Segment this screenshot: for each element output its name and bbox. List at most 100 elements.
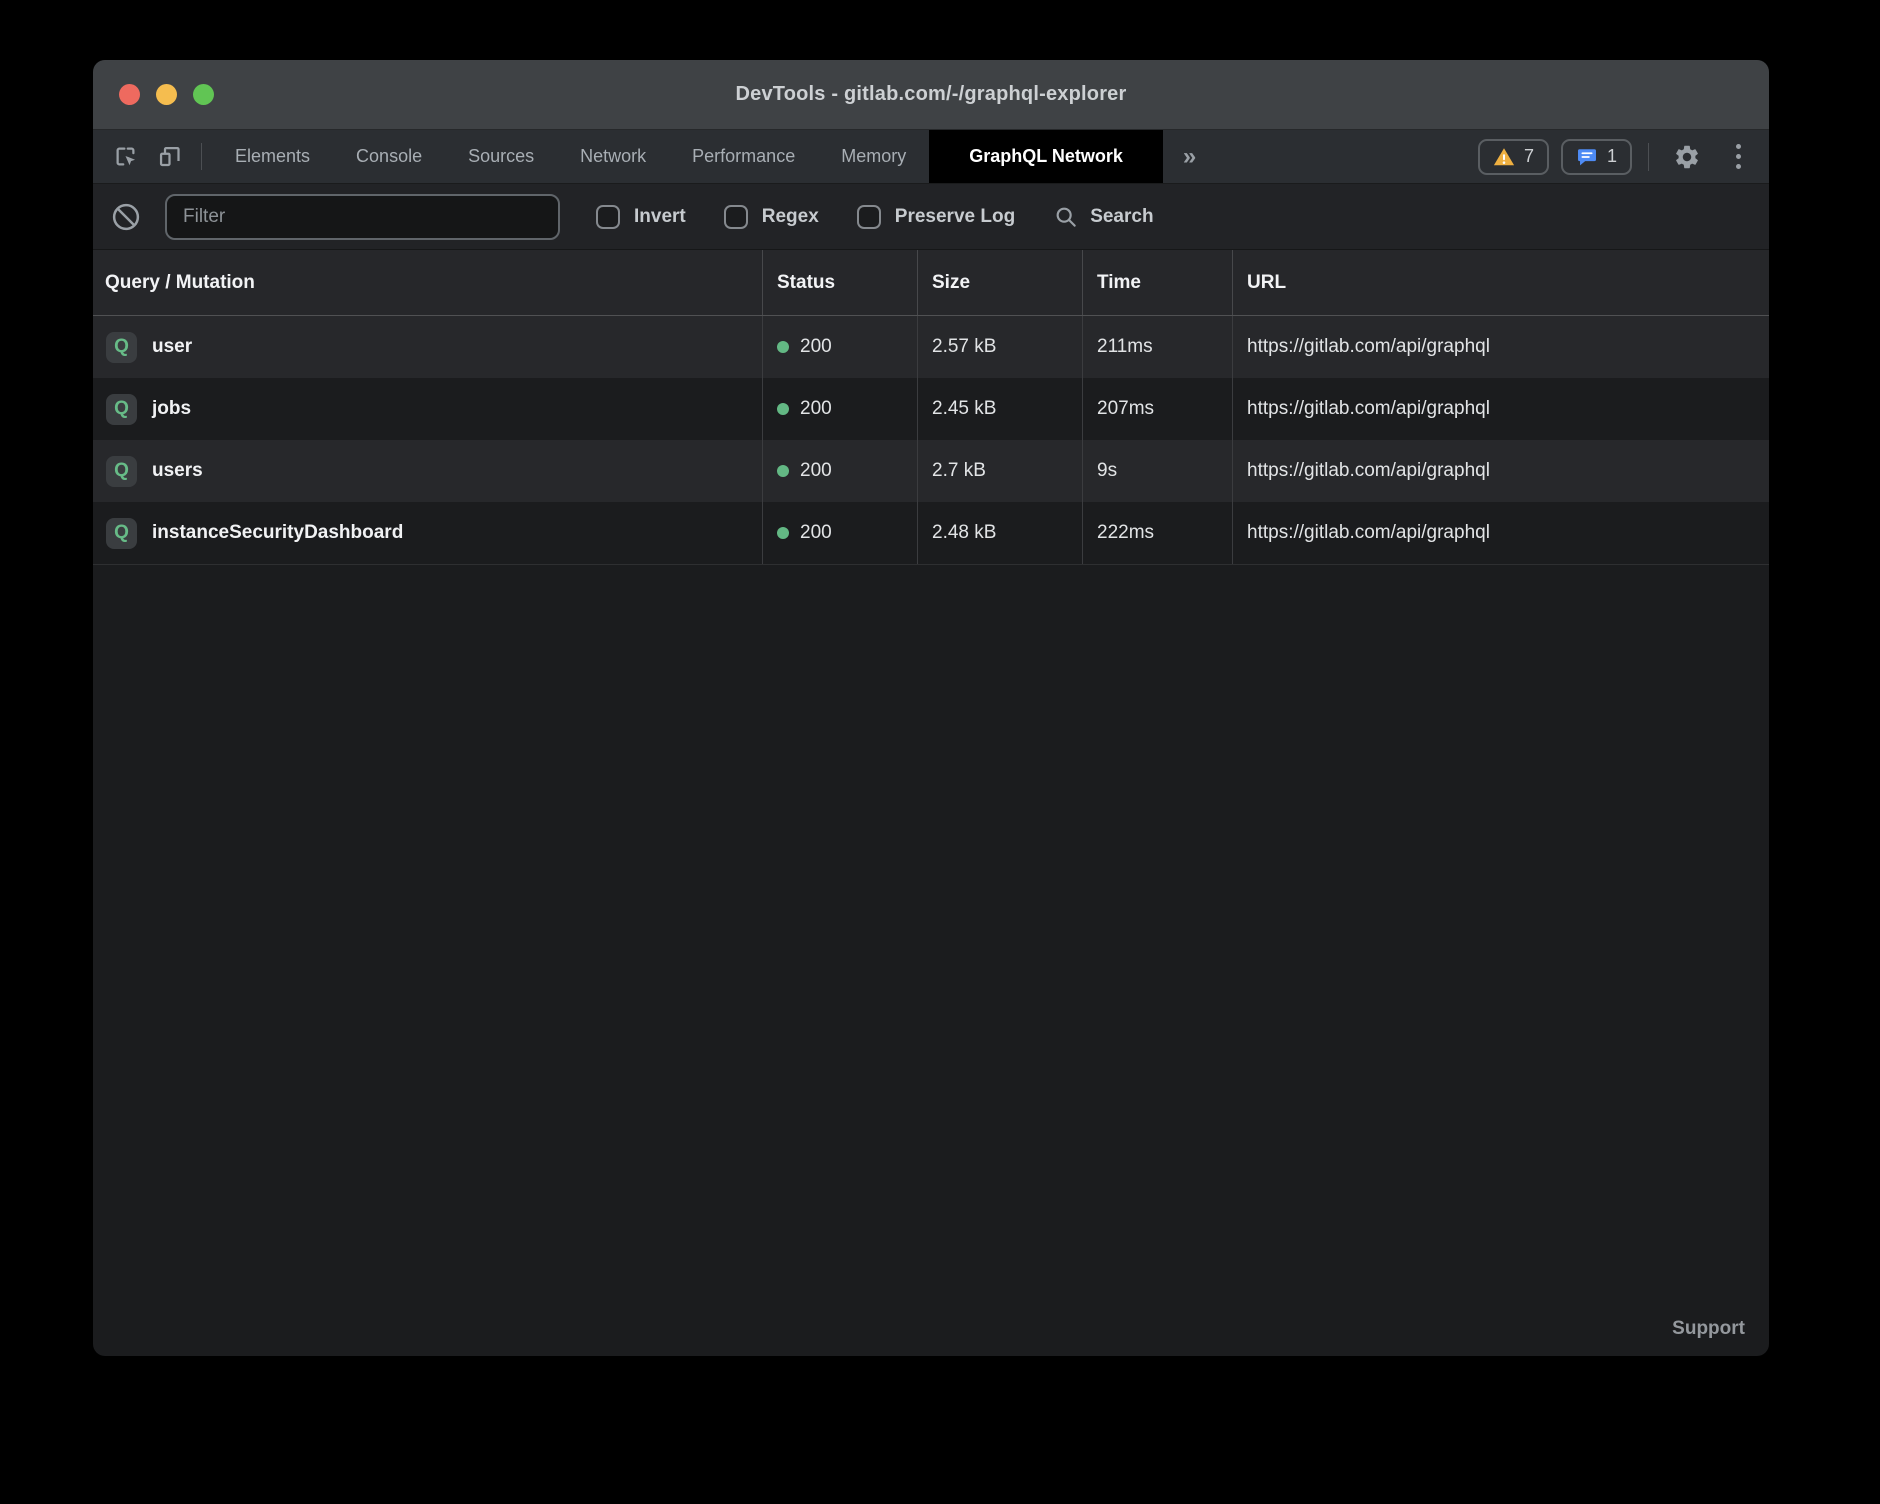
support-link[interactable]: Support [1672,1318,1745,1340]
preserve-log-label: Preserve Log [895,206,1015,228]
column-header-query-mutation[interactable]: Query / Mutation [93,250,762,315]
time-cell: 9s [1082,440,1232,502]
status-code: 200 [800,398,832,420]
tab-console[interactable]: Console [333,130,445,183]
url-value: https://gitlab.com/api/graphql [1247,398,1490,420]
filter-input[interactable] [165,194,560,240]
status-cell: 200 [762,316,917,378]
column-header-status[interactable]: Status [762,250,917,315]
tab-performance[interactable]: Performance [669,130,818,183]
toolbar-separator [201,143,202,170]
close-window-button[interactable] [119,84,140,105]
invert-checkbox[interactable] [596,205,620,229]
search-icon [1053,204,1079,230]
issues-badge[interactable]: 1 [1561,139,1632,175]
settings-button[interactable] [1665,143,1709,171]
query-type-badge: Q [106,332,137,363]
warnings-badge[interactable]: 7 [1478,139,1549,175]
regex-label: Regex [762,206,819,228]
more-tabs-button[interactable]: » [1163,130,1216,183]
status-ok-dot-icon [777,465,789,477]
query-name: jobs [152,398,191,420]
preserve-log-checkbox-item[interactable]: Preserve Log [857,205,1015,229]
time-value: 222ms [1097,522,1154,544]
url-value: https://gitlab.com/api/graphql [1247,336,1490,358]
size-value: 2.7 kB [932,460,986,482]
query-type-badge: Q [106,394,137,425]
query-name: user [152,336,192,358]
regex-checkbox[interactable] [724,205,748,229]
traffic-lights [119,60,214,129]
inspect-cursor-icon [112,143,139,170]
minimize-window-button[interactable] [156,84,177,105]
tab-elements[interactable]: Elements [212,130,333,183]
url-cell: https://gitlab.com/api/graphql [1232,502,1769,564]
tab-graphql-network[interactable]: GraphQL Network [929,130,1163,183]
query-name: instanceSecurityDashboard [152,522,403,544]
footer: Support [93,1318,1769,1356]
preserve-log-checkbox[interactable] [857,205,881,229]
time-cell: 222ms [1082,502,1232,564]
size-value: 2.57 kB [932,336,996,358]
column-header-url[interactable]: URL [1232,250,1769,315]
invert-label: Invert [634,206,686,228]
filter-toolbar: Invert Regex Preserve Log Search [93,184,1769,250]
query-cell: Q user [93,316,762,378]
maximize-window-button[interactable] [193,84,214,105]
size-cell: 2.45 kB [917,378,1082,440]
titlebar: DevTools - gitlab.com/-/graphql-explorer [93,60,1769,130]
status-ok-dot-icon [777,341,789,353]
column-header-time[interactable]: Time [1082,250,1232,315]
requests-table-body: Q user 200 2.57 kB 211ms https://gitlab.… [93,316,1769,565]
table-row[interactable]: Q user 200 2.57 kB 211ms https://gitlab.… [93,316,1769,378]
url-cell: https://gitlab.com/api/graphql [1232,316,1769,378]
status-ok-dot-icon [777,403,789,415]
message-icon [1576,146,1598,168]
table-row[interactable]: Q jobs 200 2.45 kB 207ms https://gitlab.… [93,378,1769,440]
time-value: 9s [1097,460,1117,482]
kebab-menu-icon [1736,144,1741,149]
query-cell: Q jobs [93,378,762,440]
status-cell: 200 [762,378,917,440]
column-header-size[interactable]: Size [917,250,1082,315]
devtools-tabbar: ElementsConsoleSourcesNetworkPerformance… [93,130,1769,184]
toggle-device-toolbar-button[interactable] [147,130,191,183]
time-cell: 207ms [1082,378,1232,440]
url-value: https://gitlab.com/api/graphql [1247,522,1490,544]
invert-checkbox-item[interactable]: Invert [596,205,686,229]
empty-table-area [93,565,1769,1318]
size-value: 2.48 kB [932,522,996,544]
tabbar-spacer [1216,130,1478,183]
status-code: 200 [800,336,832,358]
controls-separator [1648,143,1649,171]
url-cell: https://gitlab.com/api/graphql [1232,378,1769,440]
table-row[interactable]: Q users 200 2.7 kB 9s https://gitlab.com… [93,440,1769,502]
size-cell: 2.7 kB [917,440,1082,502]
clear-log-icon[interactable] [111,202,141,232]
query-name: users [152,460,203,482]
query-type-badge: Q [106,456,137,487]
status-cell: 200 [762,440,917,502]
size-cell: 2.48 kB [917,502,1082,564]
table-row[interactable]: Q instanceSecurityDashboard 200 2.48 kB … [93,502,1769,564]
status-cell: 200 [762,502,917,564]
tab-sources[interactable]: Sources [445,130,557,183]
customize-devtools-button[interactable] [1721,144,1755,169]
tab-network[interactable]: Network [557,130,669,183]
gear-icon [1673,143,1701,171]
time-value: 211ms [1097,336,1153,358]
query-type-badge: Q [106,518,137,549]
devtools-window: DevTools - gitlab.com/-/graphql-explorer… [93,60,1769,1356]
status-code: 200 [800,522,832,544]
requests-table-header: Query / Mutation Status Size Time URL [93,250,1769,316]
filter-options: Invert Regex Preserve Log Search [596,204,1154,230]
inspect-element-button[interactable] [103,130,147,183]
time-cell: 211ms [1082,316,1232,378]
search-button[interactable]: Search [1053,204,1153,230]
tab-memory[interactable]: Memory [818,130,929,183]
regex-checkbox-item[interactable]: Regex [724,205,819,229]
issues-count: 1 [1607,146,1617,167]
status-ok-dot-icon [777,527,789,539]
query-cell: Q instanceSecurityDashboard [93,502,762,564]
time-value: 207ms [1097,398,1154,420]
